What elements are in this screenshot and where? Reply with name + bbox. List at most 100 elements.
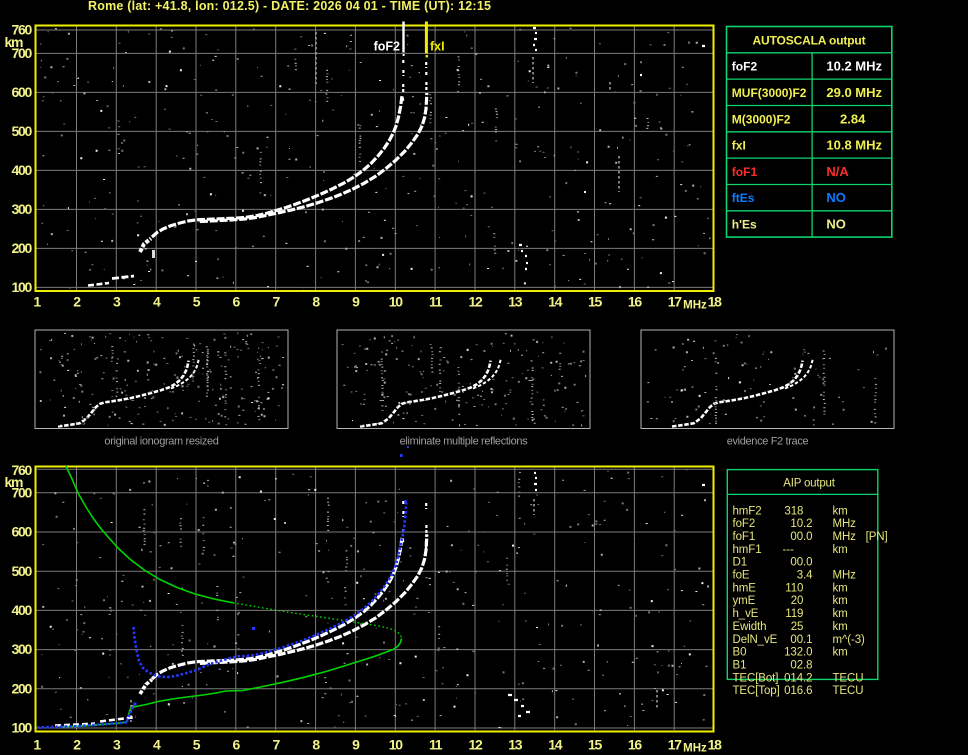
svg-text:600: 600 bbox=[12, 524, 33, 540]
svg-text:ftEs: ftEs bbox=[732, 191, 755, 205]
svg-text:3.4: 3.4 bbox=[797, 570, 813, 582]
svg-text:km: km bbox=[833, 608, 848, 620]
svg-text:300: 300 bbox=[12, 201, 33, 217]
svg-text:foF2: foF2 bbox=[733, 518, 756, 530]
svg-text:12: 12 bbox=[469, 293, 483, 309]
svg-text:014.2: 014.2 bbox=[784, 672, 812, 684]
svg-text:15: 15 bbox=[588, 737, 602, 753]
svg-text:016.6: 016.6 bbox=[784, 685, 812, 697]
svg-text:DelN_vE: DelN_vE bbox=[733, 634, 778, 646]
svg-text:B1: B1 bbox=[733, 660, 747, 672]
svg-text:11: 11 bbox=[429, 737, 443, 753]
svg-text:10.2 MHz: 10.2 MHz bbox=[826, 59, 882, 74]
svg-text:foF1: foF1 bbox=[732, 165, 758, 179]
svg-text:16: 16 bbox=[628, 737, 642, 753]
svg-text:[PN]: [PN] bbox=[866, 531, 888, 543]
svg-text:119: 119 bbox=[785, 608, 803, 620]
svg-text:Ewidth: Ewidth bbox=[733, 621, 767, 633]
svg-text:10.2: 10.2 bbox=[790, 518, 812, 530]
svg-text:ymE: ymE bbox=[733, 595, 756, 607]
svg-text:MHz: MHz bbox=[833, 570, 857, 582]
svg-text:MHz: MHz bbox=[833, 531, 857, 543]
svg-text:evidence F2 trace: evidence F2 trace bbox=[727, 436, 809, 448]
svg-text:15: 15 bbox=[588, 293, 602, 309]
svg-text:foF1: foF1 bbox=[733, 531, 756, 543]
svg-text:km: km bbox=[5, 34, 23, 50]
svg-text:25: 25 bbox=[791, 621, 804, 633]
svg-text:100: 100 bbox=[12, 279, 33, 295]
svg-text:NO: NO bbox=[826, 190, 846, 205]
svg-text:h_vE: h_vE bbox=[733, 608, 759, 620]
svg-text:400: 400 bbox=[12, 602, 33, 618]
svg-text:km: km bbox=[833, 621, 848, 633]
svg-text:fxI: fxI bbox=[430, 40, 445, 54]
svg-text:h'Es: h'Es bbox=[732, 218, 757, 232]
svg-text:18: 18 bbox=[708, 737, 722, 753]
svg-text:02.8: 02.8 bbox=[790, 660, 812, 672]
svg-text:00.0: 00.0 bbox=[790, 531, 812, 543]
svg-text:eliminate multiple reflections: eliminate multiple reflections bbox=[400, 436, 529, 448]
svg-text:km: km bbox=[5, 474, 23, 490]
svg-text:MHz: MHz bbox=[833, 518, 857, 530]
svg-text:D1: D1 bbox=[733, 557, 748, 569]
svg-text:10: 10 bbox=[389, 737, 403, 753]
svg-text:MHz: MHz bbox=[683, 300, 707, 312]
svg-text:14: 14 bbox=[548, 293, 562, 309]
svg-text:16: 16 bbox=[628, 293, 642, 309]
svg-text:AIP output: AIP output bbox=[783, 478, 836, 490]
svg-text:AUTOSCALA output: AUTOSCALA output bbox=[753, 33, 866, 47]
svg-text:132.0: 132.0 bbox=[784, 647, 812, 659]
svg-text:m^(-3): m^(-3) bbox=[833, 634, 866, 646]
svg-text:---: --- bbox=[783, 544, 794, 556]
svg-text:13: 13 bbox=[508, 737, 522, 753]
svg-text:100: 100 bbox=[12, 720, 33, 736]
svg-text:TECU: TECU bbox=[833, 672, 864, 684]
svg-text:B0: B0 bbox=[733, 647, 747, 659]
svg-text:500: 500 bbox=[12, 123, 33, 139]
svg-text:foF2: foF2 bbox=[374, 40, 400, 54]
svg-text:00.0: 00.0 bbox=[790, 557, 812, 569]
svg-text:17: 17 bbox=[668, 293, 682, 309]
svg-text:13: 13 bbox=[508, 293, 522, 309]
svg-text:NO: NO bbox=[826, 217, 846, 232]
svg-text:2.84: 2.84 bbox=[840, 111, 866, 126]
svg-text:600: 600 bbox=[12, 84, 33, 100]
svg-text:300: 300 bbox=[12, 641, 33, 657]
svg-text:14: 14 bbox=[548, 737, 562, 753]
svg-text:N/A: N/A bbox=[826, 164, 849, 179]
svg-text:29.0 MHz: 29.0 MHz bbox=[826, 85, 882, 100]
svg-text:km: km bbox=[833, 595, 848, 607]
svg-text:km: km bbox=[833, 505, 848, 517]
svg-text:18: 18 bbox=[708, 293, 722, 309]
svg-text:km: km bbox=[833, 647, 848, 659]
svg-text:10: 10 bbox=[389, 293, 403, 309]
svg-text:MHz: MHz bbox=[683, 743, 707, 755]
svg-text:318: 318 bbox=[784, 505, 803, 517]
svg-text:km: km bbox=[833, 544, 848, 556]
svg-text:200: 200 bbox=[12, 680, 33, 696]
svg-text:TEC[Bot]: TEC[Bot] bbox=[733, 672, 779, 684]
svg-text:TEC[Top]: TEC[Top] bbox=[733, 685, 780, 697]
svg-text:20: 20 bbox=[791, 595, 804, 607]
svg-text:200: 200 bbox=[12, 240, 33, 256]
svg-text:M(3000)F2: M(3000)F2 bbox=[732, 112, 791, 126]
svg-text:110: 110 bbox=[785, 582, 803, 594]
svg-text:400: 400 bbox=[12, 162, 33, 178]
svg-text:hmF1: hmF1 bbox=[733, 544, 762, 556]
svg-text:km: km bbox=[833, 582, 848, 594]
svg-text:17: 17 bbox=[668, 737, 682, 753]
svg-text:10.8 MHz: 10.8 MHz bbox=[826, 138, 882, 153]
svg-text:00.1: 00.1 bbox=[790, 634, 812, 646]
svg-text:11: 11 bbox=[429, 293, 443, 309]
svg-text:12: 12 bbox=[469, 737, 483, 753]
svg-text:MUF(3000)F2: MUF(3000)F2 bbox=[732, 86, 807, 100]
svg-text:foF2: foF2 bbox=[732, 60, 758, 74]
svg-text:hmE: hmE bbox=[733, 582, 757, 594]
svg-text:foE: foE bbox=[733, 570, 750, 582]
svg-text:fxI: fxI bbox=[732, 139, 746, 153]
svg-text:hmF2: hmF2 bbox=[733, 505, 762, 517]
svg-text:original ionogram resized: original ionogram resized bbox=[104, 436, 218, 448]
svg-text:500: 500 bbox=[12, 563, 33, 579]
svg-text:Rome (lat: +41.8, lon: 012.5): Rome (lat: +41.8, lon: 012.5) - DATE: 20… bbox=[88, 0, 491, 13]
svg-text:TECU: TECU bbox=[833, 685, 864, 697]
